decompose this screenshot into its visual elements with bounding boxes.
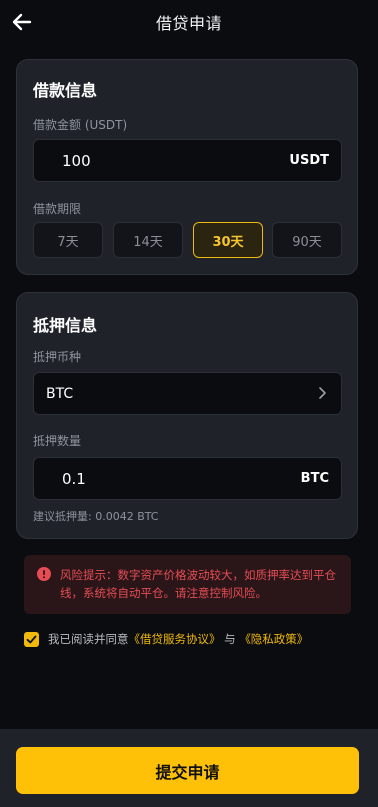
loan-amount-label: 借款金额 (USDT) bbox=[33, 118, 128, 132]
risk-warning-text: 风险提示：数字资产价格波动较大，如质押率达到平仓线，系统将自动平仓。请注意控制风… bbox=[60, 568, 336, 600]
loan-info-card: 借款信息 借款金额 (USDT) 100 USDT 借款期限 7天 14天 30… bbox=[16, 59, 358, 275]
collateral-quantity-value: 0.1 bbox=[62, 469, 86, 488]
agreement-checkbox[interactable] bbox=[24, 631, 39, 647]
bottom-action-bar: 提交申请 bbox=[0, 729, 378, 807]
risk-warning-box: 风险提示：数字资产价格波动较大，如质押率达到平仓线，系统将自动平仓。请注意控制风… bbox=[24, 555, 351, 614]
back-button[interactable] bbox=[10, 10, 34, 34]
submit-application-button[interactable]: 提交申请 bbox=[16, 747, 359, 794]
collateral-info-title: 抵押信息 bbox=[33, 316, 98, 335]
loan-term-label: 借款期限 bbox=[33, 202, 82, 216]
collateral-quantity-input[interactable]: 0.1 BTC bbox=[33, 457, 342, 500]
collateral-info-card: 抵押信息 抵押币种 BTC 抵押数量 0.1 BTC 建议抵押量: 0.0042… bbox=[16, 292, 358, 539]
loan-agreement-link[interactable]: 《借贷服务协议》 bbox=[129, 632, 221, 646]
check-icon bbox=[26, 635, 37, 643]
agreement-text: 我已阅读并同意《借贷服务协议》 与 《隐私政策》 bbox=[48, 631, 308, 647]
collateral-quantity-label: 抵押数量 bbox=[33, 434, 82, 448]
term-option-14d[interactable]: 14天 bbox=[113, 222, 183, 258]
page-title: 借贷申请 bbox=[155, 14, 222, 33]
collateral-currency-label: 抵押币种 bbox=[33, 350, 82, 364]
term-option-90d[interactable]: 90天 bbox=[272, 222, 342, 258]
agreement-row: 我已阅读并同意《借贷服务协议》 与 《隐私政策》 bbox=[24, 630, 308, 648]
loan-amount-unit: USDT bbox=[289, 153, 329, 168]
chevron-right-icon bbox=[319, 387, 326, 399]
loan-amount-input[interactable]: 100 USDT bbox=[33, 139, 342, 182]
collateral-currency-select[interactable]: BTC bbox=[33, 372, 342, 415]
privacy-policy-link[interactable]: 《隐私政策》 bbox=[239, 632, 308, 646]
loan-term-options: 7天 14天 30天 90天 bbox=[33, 222, 342, 258]
collateral-quantity-unit: BTC bbox=[300, 471, 329, 486]
collateral-currency-value: BTC bbox=[46, 385, 74, 402]
warning-icon bbox=[37, 567, 51, 581]
agreement-conjunction: 与 bbox=[224, 632, 236, 646]
term-option-7d[interactable]: 7天 bbox=[33, 222, 103, 258]
loan-info-title: 借款信息 bbox=[33, 81, 98, 100]
suggested-collateral-hint: 建议抵押量: 0.0042 BTC bbox=[33, 510, 159, 523]
loan-amount-value: 100 bbox=[62, 151, 91, 170]
top-bar: 借贷申请 bbox=[0, 0, 378, 44]
arrow-left-icon bbox=[12, 13, 32, 31]
agreement-prefix: 我已阅读并同意 bbox=[48, 632, 129, 646]
term-option-30d[interactable]: 30天 bbox=[193, 222, 263, 258]
